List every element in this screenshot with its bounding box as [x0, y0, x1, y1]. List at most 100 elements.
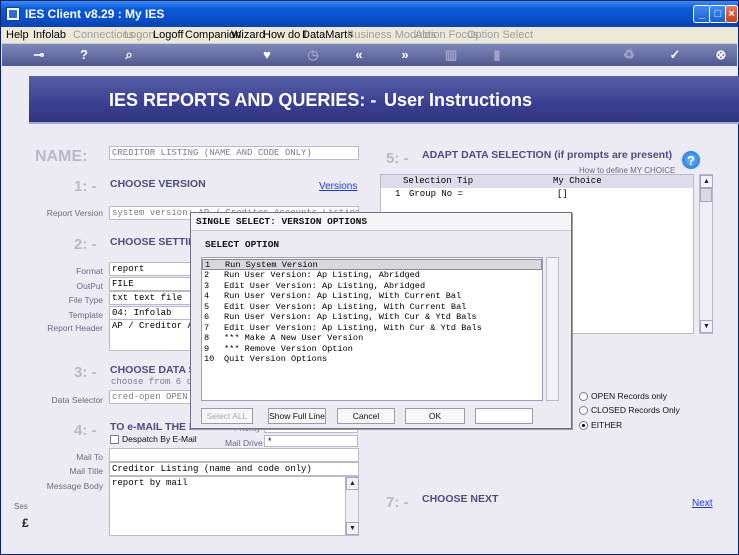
- show-full-line-button[interactable]: Show Full Line: [268, 408, 326, 424]
- template-field[interactable]: 04: Infolab: [109, 306, 191, 320]
- radio-either[interactable]: EITHER: [579, 420, 622, 431]
- versions-link[interactable]: Versions: [319, 181, 357, 192]
- page-subtitle: User Instructions: [384, 90, 533, 110]
- table-row[interactable]: 1 Group No = []: [381, 189, 693, 201]
- option-number: 9: [204, 343, 210, 354]
- scroll-up-icon[interactable]: ▲: [700, 175, 713, 188]
- back-icon[interactable]: «: [350, 47, 368, 63]
- help-icon[interactable]: ?: [680, 149, 702, 171]
- menu-infolab[interactable]: Infolab: [33, 29, 66, 41]
- filetype-field[interactable]: txt text file: [109, 291, 191, 305]
- search-icon[interactable]: ⌕: [120, 47, 138, 63]
- despatch-checkbox-row[interactable]: Despatch By E-Mail: [110, 434, 197, 445]
- step-7-number: 7: -: [386, 494, 409, 511]
- option-list[interactable]: 1 Run System Version 2 Run User Version: A…: [201, 257, 543, 401]
- step-3-instruction: choose from 6 da: [111, 377, 191, 387]
- option-label: *** Remove Version Option: [224, 343, 353, 354]
- list-item[interactable]: 2 Run User Version: Ap Listing, Abridged: [202, 270, 542, 281]
- option-number: 4: [204, 291, 210, 301]
- list-item[interactable]: 8 *** Make A New User Version: [202, 333, 542, 344]
- despatch-checkbox[interactable]: [110, 435, 119, 445]
- key-icon[interactable]: ⊸: [28, 47, 50, 63]
- step-7-title: CHOOSE NEXT: [422, 493, 499, 505]
- radio-closed-records[interactable]: CLOSED Records Only: [579, 405, 680, 416]
- list-item[interactable]: 3 Edit User Version: Ap Listing, Abridged: [202, 281, 542, 292]
- option-number: 3: [204, 280, 210, 291]
- despatch-label: Despatch By E-Mail: [122, 434, 197, 444]
- recycle-icon: ♻: [623, 47, 635, 62]
- dialog-input-field[interactable]: [475, 408, 533, 424]
- radio-closed-label: CLOSED Records Only: [591, 405, 680, 415]
- step-4-number: 4: -: [74, 422, 97, 439]
- help-circle-icon[interactable]: ?: [75, 47, 93, 63]
- app-icon: [6, 7, 20, 21]
- list-item[interactable]: 4 Run User Version: Ap Listing, With Curr…: [202, 291, 542, 302]
- option-label: Edit User Version: Ap Listing, With Curr…: [224, 301, 467, 312]
- scroll-up-icon[interactable]: ▲: [346, 477, 359, 490]
- format-label: Format: [76, 266, 103, 276]
- scroll-down-icon[interactable]: ▼: [346, 522, 359, 535]
- message-body-scrollbar[interactable]: ▲ ▼: [345, 476, 359, 536]
- next-link[interactable]: Next: [692, 498, 713, 509]
- mail-drive-field[interactable]: *: [264, 435, 358, 447]
- list-item[interactable]: 1 Run System Version: [202, 259, 542, 270]
- output-field[interactable]: FILE: [109, 277, 191, 291]
- step-5-number: 5: -: [386, 150, 409, 167]
- grid-icon: ▥: [444, 47, 458, 62]
- data-selector-field[interactable]: cred-open OPEN C: [109, 390, 191, 404]
- list-item[interactable]: 7 Edit User Version: Ap Listing, With Cur…: [202, 323, 542, 334]
- heart-icon[interactable]: ♥: [258, 47, 276, 63]
- radio-closed-icon[interactable]: [579, 406, 588, 416]
- step-2-number: 2: -: [74, 236, 97, 253]
- option-number: 5: [204, 301, 210, 312]
- option-label: Edit User Version: Ap Listing, With Cur …: [224, 322, 482, 333]
- radio-either-icon[interactable]: [579, 421, 588, 431]
- app-window: IES Client v8.29 : My IES _ □ × Help Inf…: [0, 0, 739, 555]
- menu-how-do-i[interactable]: How do I: [263, 29, 306, 41]
- radio-open-label: OPEN Records only: [591, 391, 668, 401]
- side-ses-label: Ses: [14, 502, 28, 511]
- report-header-field[interactable]: AP / Creditor Ac: [109, 319, 191, 351]
- list-item[interactable]: 9 *** Remove Version Option: [202, 344, 542, 355]
- option-number: 7: [204, 322, 210, 333]
- selection-grid-header: Selection Tip My Choice: [381, 175, 693, 188]
- output-label: OutPut: [76, 281, 103, 291]
- exit-icon[interactable]: ⊗: [712, 47, 730, 63]
- row-choice[interactable]: []: [557, 189, 568, 199]
- option-list-scrollbar[interactable]: [546, 257, 559, 401]
- document-icon: ▮: [493, 47, 501, 62]
- forward-icon[interactable]: »: [396, 47, 414, 63]
- radio-open-records[interactable]: OPEN Records only: [579, 391, 668, 402]
- close-button[interactable]: ×: [725, 5, 738, 23]
- menu-option-select: Option Select: [467, 29, 534, 41]
- option-number: 10: [204, 354, 215, 364]
- scroll-thumb[interactable]: [700, 188, 712, 202]
- selection-grid-scrollbar[interactable]: ▲ ▼: [699, 174, 713, 334]
- option-number: 8: [204, 333, 210, 343]
- check-icon[interactable]: ✓: [666, 47, 684, 63]
- page-title: IES REPORTS AND QUERIES: -: [109, 90, 377, 110]
- message-body-label: Message Body: [46, 481, 103, 491]
- mail-title-field[interactable]: Creditor Listing (name and code only): [109, 462, 359, 476]
- menu-help[interactable]: Help: [6, 29, 29, 41]
- cancel-button[interactable]: Cancel: [337, 408, 395, 424]
- format-field[interactable]: report: [109, 262, 191, 276]
- menu-datamarts[interactable]: DataMarts: [302, 29, 353, 41]
- name-label: NAME:: [35, 148, 88, 165]
- message-body-field[interactable]: report by mail: [109, 476, 359, 536]
- title-bar[interactable]: IES Client v8.29 : My IES _ □ ×: [1, 1, 738, 27]
- list-item[interactable]: 10 Quit Version Options: [202, 354, 542, 365]
- menu-wizard[interactable]: Wizard: [231, 29, 265, 41]
- name-field[interactable]: CREDITOR LISTING (NAME AND CODE ONLY): [109, 146, 359, 160]
- mail-title-label: Mail Title: [69, 466, 103, 476]
- list-item[interactable]: 5 Edit User Version: Ap Listing, With Cur…: [202, 302, 542, 313]
- menu-logoff[interactable]: Logoff: [153, 29, 183, 41]
- radio-open-icon[interactable]: [579, 392, 588, 402]
- option-label: Quit Version Options: [224, 354, 328, 364]
- col-my-choice: My Choice: [553, 176, 602, 186]
- scroll-down-icon[interactable]: ▼: [700, 320, 713, 333]
- list-item[interactable]: 6 Run User Version: Ap Listing, With Cur …: [202, 312, 542, 323]
- mail-to-field[interactable]: [109, 448, 359, 462]
- ok-button[interactable]: OK: [405, 408, 465, 424]
- version-options-dialog: SINGLE SELECT: VERSION OPTIONS SELECT OP…: [190, 212, 572, 429]
